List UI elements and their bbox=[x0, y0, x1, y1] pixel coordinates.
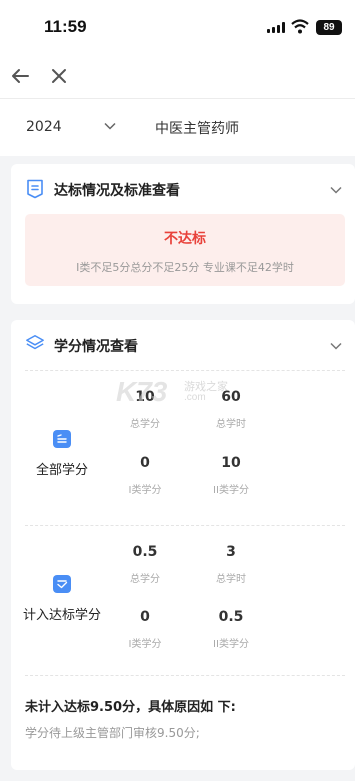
layers-icon bbox=[26, 335, 44, 350]
wifi-icon bbox=[291, 19, 309, 34]
nav-bar bbox=[0, 56, 355, 98]
divider bbox=[25, 675, 345, 676]
chevron-down-icon[interactable] bbox=[329, 339, 343, 353]
standard-alert-box: 不达标 I类不足5分总分不足25分 专业课不足42学时 bbox=[25, 214, 345, 286]
checklist-icon bbox=[53, 575, 71, 593]
counted-credits-label: 计入达标学分 bbox=[22, 608, 101, 623]
cellular-signal-icon bbox=[267, 22, 285, 33]
chevron-down-icon[interactable] bbox=[103, 119, 117, 133]
watermark-url: .com bbox=[184, 392, 206, 403]
counted-class-1-label: I类学分 bbox=[128, 639, 162, 650]
divider bbox=[25, 525, 345, 526]
standard-result: 不达标 bbox=[164, 231, 206, 247]
counted-class-2-label: II类学分 bbox=[213, 639, 249, 650]
credit-chart-icon bbox=[53, 430, 71, 448]
status-time: 11:59 bbox=[44, 17, 87, 36]
year-select[interactable]: 2024 bbox=[26, 119, 62, 135]
uncounted-reason: 学分待上级主管部门审核9.50分; bbox=[25, 726, 200, 740]
counted-total-hours-value: 3 bbox=[226, 544, 236, 560]
close-icon[interactable] bbox=[47, 64, 71, 88]
class-1-credits-value: 0 bbox=[140, 455, 150, 471]
total-credits-label: 总学分 bbox=[130, 419, 160, 430]
class-2-credits-label: II类学分 bbox=[213, 485, 249, 496]
divider bbox=[25, 370, 345, 371]
uncounted-summary: 未计入达标9.50分，具体原因如 下: bbox=[25, 700, 236, 715]
counted-class-1-value: 0 bbox=[140, 609, 150, 625]
counted-class-2-value: 0.5 bbox=[218, 609, 244, 625]
profession-select[interactable]: 中医主管药师 bbox=[155, 118, 239, 138]
standard-card-title: 达标情况及标准查看 bbox=[54, 183, 180, 199]
chevron-down-icon[interactable] bbox=[329, 183, 343, 197]
arrow-left-icon[interactable] bbox=[8, 64, 32, 88]
counted-total-credits-label: 总学分 bbox=[130, 574, 160, 585]
watermark-logo-text: K73 bbox=[116, 376, 168, 407]
document-list-icon bbox=[27, 179, 43, 199]
all-credits-label: 全部学分 bbox=[35, 463, 88, 478]
watermark-logo: K73 游戏之家 .com bbox=[116, 376, 244, 410]
credit-card-title: 学分情况查看 bbox=[54, 339, 138, 355]
status-bar: 11:59 89 bbox=[0, 0, 355, 56]
standard-detail: I类不足5分总分不足25分 专业课不足42学时 bbox=[76, 261, 294, 274]
total-hours-label: 总学时 bbox=[216, 419, 246, 430]
filter-bar: 2024 中医主管药师 bbox=[0, 98, 355, 156]
class-2-credits-value: 10 bbox=[221, 455, 241, 471]
class-1-credits-label: I类学分 bbox=[128, 485, 162, 496]
counted-total-hours-label: 总学时 bbox=[216, 574, 246, 585]
counted-total-credits-value: 0.5 bbox=[132, 544, 158, 560]
battery-indicator: 89 bbox=[316, 20, 342, 35]
standard-status-card: 达标情况及标准查看 不达标 I类不足5分总分不足25分 专业课不足42学时 bbox=[11, 164, 355, 304]
